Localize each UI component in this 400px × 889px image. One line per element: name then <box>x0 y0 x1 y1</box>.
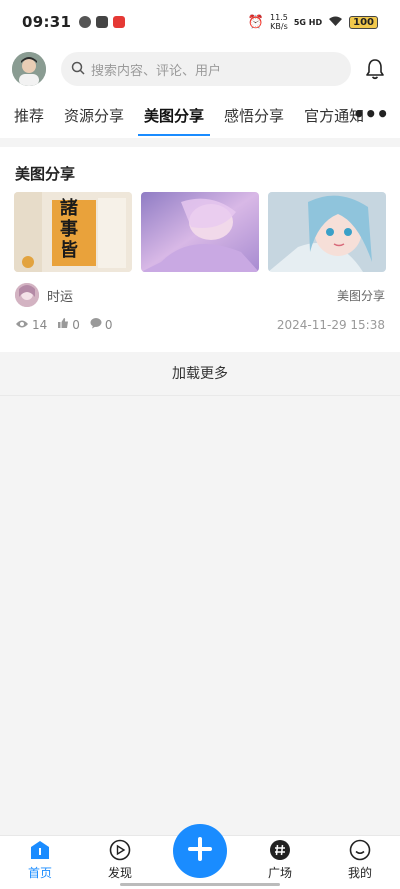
alarm-icon: ⏰ <box>247 14 265 30</box>
author-avatar[interactable] <box>15 283 39 307</box>
home-icon <box>29 839 51 861</box>
battery-indicator: 100 <box>349 15 378 29</box>
comment-icon <box>90 317 102 332</box>
tab-insight-share[interactable]: 感悟分享 <box>224 94 284 138</box>
status-bar: 09:31 ⏰ 11.5 KB/s 5G HD 100 <box>0 0 400 44</box>
author-row: 时运 美图分享 <box>15 283 385 307</box>
nav-discover[interactable]: 发现 <box>80 836 160 889</box>
load-more-button[interactable]: 加载更多 <box>0 352 400 396</box>
comments-stat[interactable]: 0 <box>90 317 113 332</box>
post-card[interactable]: 美图分享 諸事皆 时运 美图分享 14 0 0 2024-11-29 15:38 <box>0 147 400 352</box>
user-avatar[interactable] <box>12 52 46 86</box>
signal-icon: 5G HD <box>293 17 323 27</box>
post-images: 諸事皆 <box>14 192 386 272</box>
post-stats: 14 0 0 2024-11-29 15:38 <box>15 317 385 332</box>
views-stat: 14 <box>15 318 47 332</box>
likes-stat[interactable]: 0 <box>57 317 80 332</box>
tab-recommend[interactable]: 推荐 <box>14 94 44 138</box>
app-icon <box>96 16 109 28</box>
post-image-blue-hair-girl[interactable] <box>268 192 386 272</box>
more-tabs-icon[interactable]: ••• <box>353 94 389 138</box>
post-title: 美图分享 <box>15 165 76 183</box>
search-input[interactable]: 搜索内容、评论、用户 <box>61 52 351 86</box>
thumbs-up-icon <box>57 317 69 332</box>
top-header: 搜索内容、评论、用户 <box>0 44 400 94</box>
search-icon <box>71 60 85 79</box>
home-indicator <box>120 883 280 886</box>
nav-home[interactable]: 首页 <box>0 836 80 889</box>
tab-resource-share[interactable]: 资源分享 <box>64 94 124 138</box>
calligraphy-text: 諸事皆 <box>60 198 78 261</box>
post-image-calligraphy[interactable]: 諸事皆 <box>14 192 132 272</box>
search-placeholder: 搜索内容、评论、用户 <box>91 63 222 79</box>
post-category[interactable]: 美图分享 <box>337 287 385 304</box>
hashtag-icon <box>269 839 291 861</box>
wechat-icon <box>79 16 92 28</box>
post-date: 2024-11-29 15:38 <box>276 317 385 332</box>
profile-smile-icon <box>349 839 371 861</box>
notification-app-icon <box>113 16 126 28</box>
plus-icon <box>187 836 213 866</box>
nav-mine[interactable]: 我的 <box>320 836 400 889</box>
status-time: 09:31 <box>22 13 72 31</box>
eye-icon <box>15 318 29 332</box>
wifi-icon <box>328 15 343 30</box>
author-name[interactable]: 时运 <box>47 286 73 305</box>
category-tabs: 推荐 资源分享 美图分享 感悟分享 官方通知 ••• <box>0 94 400 138</box>
notification-bell-icon[interactable] <box>362 56 388 82</box>
nav-square[interactable]: 广场 <box>240 836 320 889</box>
tab-image-share[interactable]: 美图分享 <box>138 94 211 138</box>
net-speed: 11.5 KB/s <box>270 13 288 31</box>
create-post-button[interactable] <box>173 824 227 878</box>
post-image-anime-girl[interactable] <box>141 192 259 272</box>
discover-icon <box>109 839 131 861</box>
